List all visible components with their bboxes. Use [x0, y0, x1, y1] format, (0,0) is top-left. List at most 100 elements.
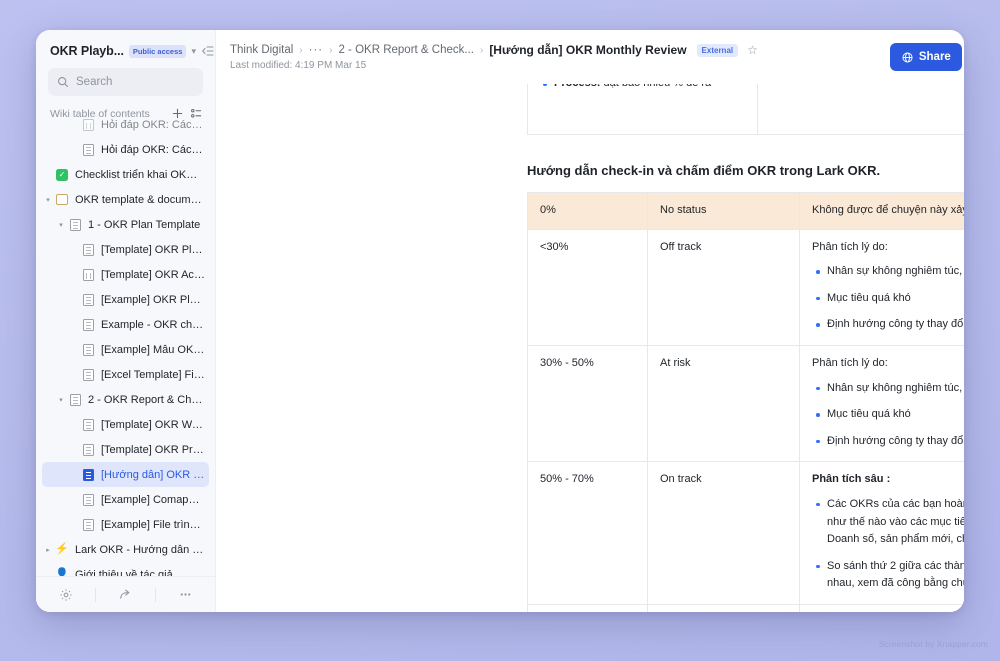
sidebar-tree-item[interactable]: [Template] OKR Pro... — [42, 437, 209, 462]
collapse-sidebar-icon[interactable] — [201, 44, 215, 58]
sidebar-tree-item-label: 1 - OKR Plan Template — [88, 218, 201, 231]
sidebar-footer — [36, 576, 215, 612]
top-bar: Think Digital › ··· › 2 - OKR Report & Check… — [216, 30, 964, 84]
table-row: <30% Off track Phân tích lý do: Nhân sự khô… — [527, 228, 964, 346]
wiki-tree[interactable]: Hỏi đáp OKR: Các kị... Hỏi đáp OKR: Cách … — [36, 112, 215, 576]
person-icon: 👤 — [55, 568, 69, 577]
twisty-toggle-icon[interactable]: ▾ — [55, 396, 67, 404]
cell-progress-range[interactable]: 30% - 50% — [527, 344, 648, 463]
breadcrumb-item-0[interactable]: Think Digital — [230, 44, 293, 56]
bullet-bold-part: Process: — [554, 84, 600, 89]
cell-status[interactable]: Hoàn thành — [647, 603, 800, 612]
sidebar-tree-item[interactable]: [Example] Comapan... — [42, 487, 209, 512]
sidebar-tree-item[interactable]: [Example] OKR Plan... — [42, 287, 209, 312]
doc-icon — [80, 293, 96, 307]
cell-notes[interactable]: Phân tích lý do: Nhân sự không nghiêm túc… — [799, 228, 964, 346]
doc-icon — [80, 443, 96, 457]
gear-icon[interactable] — [36, 577, 95, 612]
twisty-toggle-icon[interactable]: ▾ — [42, 196, 54, 204]
breadcrumb-item-4[interactable]: 2 - OKR Report & Check... — [338, 44, 474, 56]
star-outline-icon[interactable]: ☆ — [747, 43, 758, 57]
table-row: kỳ. Process: đạt bao nhiêu % đề ra Đề xu… — [526, 84, 964, 135]
sheet-icon — [80, 118, 96, 132]
ellipsis-icon[interactable] — [156, 577, 215, 612]
sidebar-tree-item[interactable]: [Example] File trình ... — [42, 512, 209, 537]
search-icon — [57, 76, 69, 88]
sidebar-tree-item-label: Hỏi đáp OKR: Cách ... — [101, 143, 205, 156]
section-heading: Hướng dẫn check-in và chấm điểm OKR tron… — [527, 163, 881, 178]
sidebar-tree-item[interactable]: [Hướng dẫn] OKR M... — [42, 462, 209, 487]
sidebar-tree-item[interactable]: ▾ 2 - OKR Report & Chec... — [42, 387, 209, 412]
sidebar-tree-item[interactable]: [Template] OKR We... — [42, 412, 209, 437]
document-canvas[interactable]: kỳ. Process: đạt bao nhiêu % đề ra Đề xu… — [216, 84, 964, 612]
twisty-toggle-icon[interactable]: ▸ — [42, 546, 54, 554]
cell-left[interactable]: kỳ. Process: đạt bao nhiêu % đề ra — [526, 84, 759, 135]
sidebar-tree-item-label: Giới thiệu về tác giả — [75, 568, 173, 577]
doc-icon — [67, 218, 83, 232]
share-arrow-icon[interactable] — [96, 577, 155, 612]
sidebar-tree-item[interactable]: Hỏi đáp OKR: Cách ... — [42, 137, 209, 162]
notes-intro: Phân tích lý do: — [812, 240, 888, 253]
cell-progress-range[interactable]: 50% - 70% — [527, 461, 648, 605]
sidebar-tree-item[interactable]: ✓ Checklist triển khai OKR sa... — [42, 162, 209, 187]
sidebar-tree-item[interactable]: Example - OKR cho ... — [42, 312, 209, 337]
sidebar-tree-item-label: Example - OKR cho ... — [101, 318, 205, 331]
cell-notes[interactable]: Phân tích sâu : Các OKRs của các bạn hoà n… — [799, 461, 964, 605]
app-window: OKR Playb... Public access ▾ Search Wiki… — [36, 30, 964, 612]
workspace-title[interactable]: OKR Playb... — [50, 44, 124, 58]
list-item: Nhân sự không nghiêm túc, thiếu năng lực — [816, 380, 964, 398]
search-input[interactable]: Search — [48, 68, 203, 96]
cell-notes[interactable]: Không được để chuyện này xảy ra. — [799, 192, 964, 230]
bullet-rest-part: đạt bao nhiêu % đề ra — [600, 84, 712, 89]
sidebar-tree-item[interactable]: [Excel Template] File... — [42, 362, 209, 387]
cell-status[interactable]: No status — [647, 192, 800, 230]
share-button[interactable]: Share — [889, 43, 962, 71]
sidebar-tree-item-label: Lark OKR - Hướng dẫn sử d... — [75, 543, 205, 556]
sidebar-header: OKR Playb... Public access ▾ — [36, 30, 215, 66]
breadcrumb-separator-3: › — [329, 44, 333, 56]
cell-status[interactable]: At risk — [647, 344, 800, 463]
breadcrumb-item-2[interactable]: ··· — [309, 44, 324, 56]
breadcrumb: Think Digital › ··· › 2 - OKR Report & Check… — [230, 43, 890, 71]
breadcrumb-row[interactable]: Think Digital › ··· › 2 - OKR Report & Check… — [230, 43, 758, 57]
cell-status[interactable]: Off track — [647, 228, 800, 346]
sidebar-tree-item[interactable]: ▾ 1 - OKR Plan Template — [42, 212, 209, 237]
table-row: >70%Hoàn thànhĐề xuất lên công ty các cá… — [527, 603, 964, 612]
notes-intro: Phân tích sâu : — [812, 473, 891, 486]
cell-status[interactable]: On track — [647, 461, 800, 605]
sidebar-tree-item[interactable]: [Template] OKR Plan... — [42, 237, 209, 262]
chevron-down-icon[interactable]: ▾ — [191, 46, 196, 57]
sidebar-tree-item-label: OKR template & document — [75, 193, 205, 206]
list-item: Process: đạt bao nhiêu % đề ra — [542, 84, 746, 93]
folder-icon — [54, 193, 70, 207]
sidebar-tree-item-label: [Template] OKR We... — [101, 418, 205, 431]
cell-notes[interactable]: Phân tích lý do: Nhân sự không nghiêm túc… — [799, 344, 964, 463]
notes-intro: Phân tích lý do: — [812, 356, 888, 369]
sidebar-tree-item[interactable]: Hỏi đáp OKR: Các kị... — [42, 112, 209, 137]
cell-progress-range[interactable]: <30% — [527, 228, 648, 346]
okr-scoring-table: 0%No status Không được để chuyện này xảy … — [527, 192, 964, 612]
doc-icon — [80, 318, 96, 332]
table-row: 0%No status Không được để chuyện này xảy … — [527, 192, 964, 230]
twisty-toggle-icon[interactable]: ▾ — [55, 221, 67, 229]
cell-middle[interactable]: Đề xuất, thay đổi Key Results nếu cần — [757, 84, 964, 135]
sidebar-tree-item[interactable]: ▾ OKR template & document — [42, 187, 209, 212]
cell-progress-range[interactable]: >70% — [527, 603, 648, 612]
sidebar-tree-item[interactable]: ▸⚡ Lark OKR - Hướng dẫn sử d... — [42, 537, 209, 562]
doc-icon — [80, 143, 96, 157]
doc-icon — [80, 343, 96, 357]
public-access-badge: Public access — [128, 44, 187, 58]
sidebar-tree-item[interactable]: [Template] OKR Acti... — [42, 262, 209, 287]
top-actions: Share Editing — [889, 43, 964, 71]
sidebar-tree-item-label: [Example] File trình ... — [101, 518, 205, 531]
breadcrumb-current[interactable]: [Hướng dẫn] OKR Monthly Review — [489, 43, 686, 57]
sidebar-tree-item-label: [Template] OKR Acti... — [101, 268, 205, 281]
sidebar-tree-item-label: [Template] OKR Pro... — [101, 443, 205, 456]
sidebar-tree-item[interactable]: 👤 Giới thiệu về tác giả — [42, 562, 209, 577]
doc-icon — [80, 368, 96, 382]
doc-icon — [80, 243, 96, 257]
cell-progress-range[interactable]: 0% — [527, 192, 648, 230]
cell-notes[interactable]: Đề xuất lên công ty các cá nhân có OKR x… — [799, 603, 964, 612]
sidebar-tree-item-label: [Excel Template] File... — [101, 368, 205, 381]
sidebar-tree-item[interactable]: [Example] Mẫu OKR ... — [42, 337, 209, 362]
